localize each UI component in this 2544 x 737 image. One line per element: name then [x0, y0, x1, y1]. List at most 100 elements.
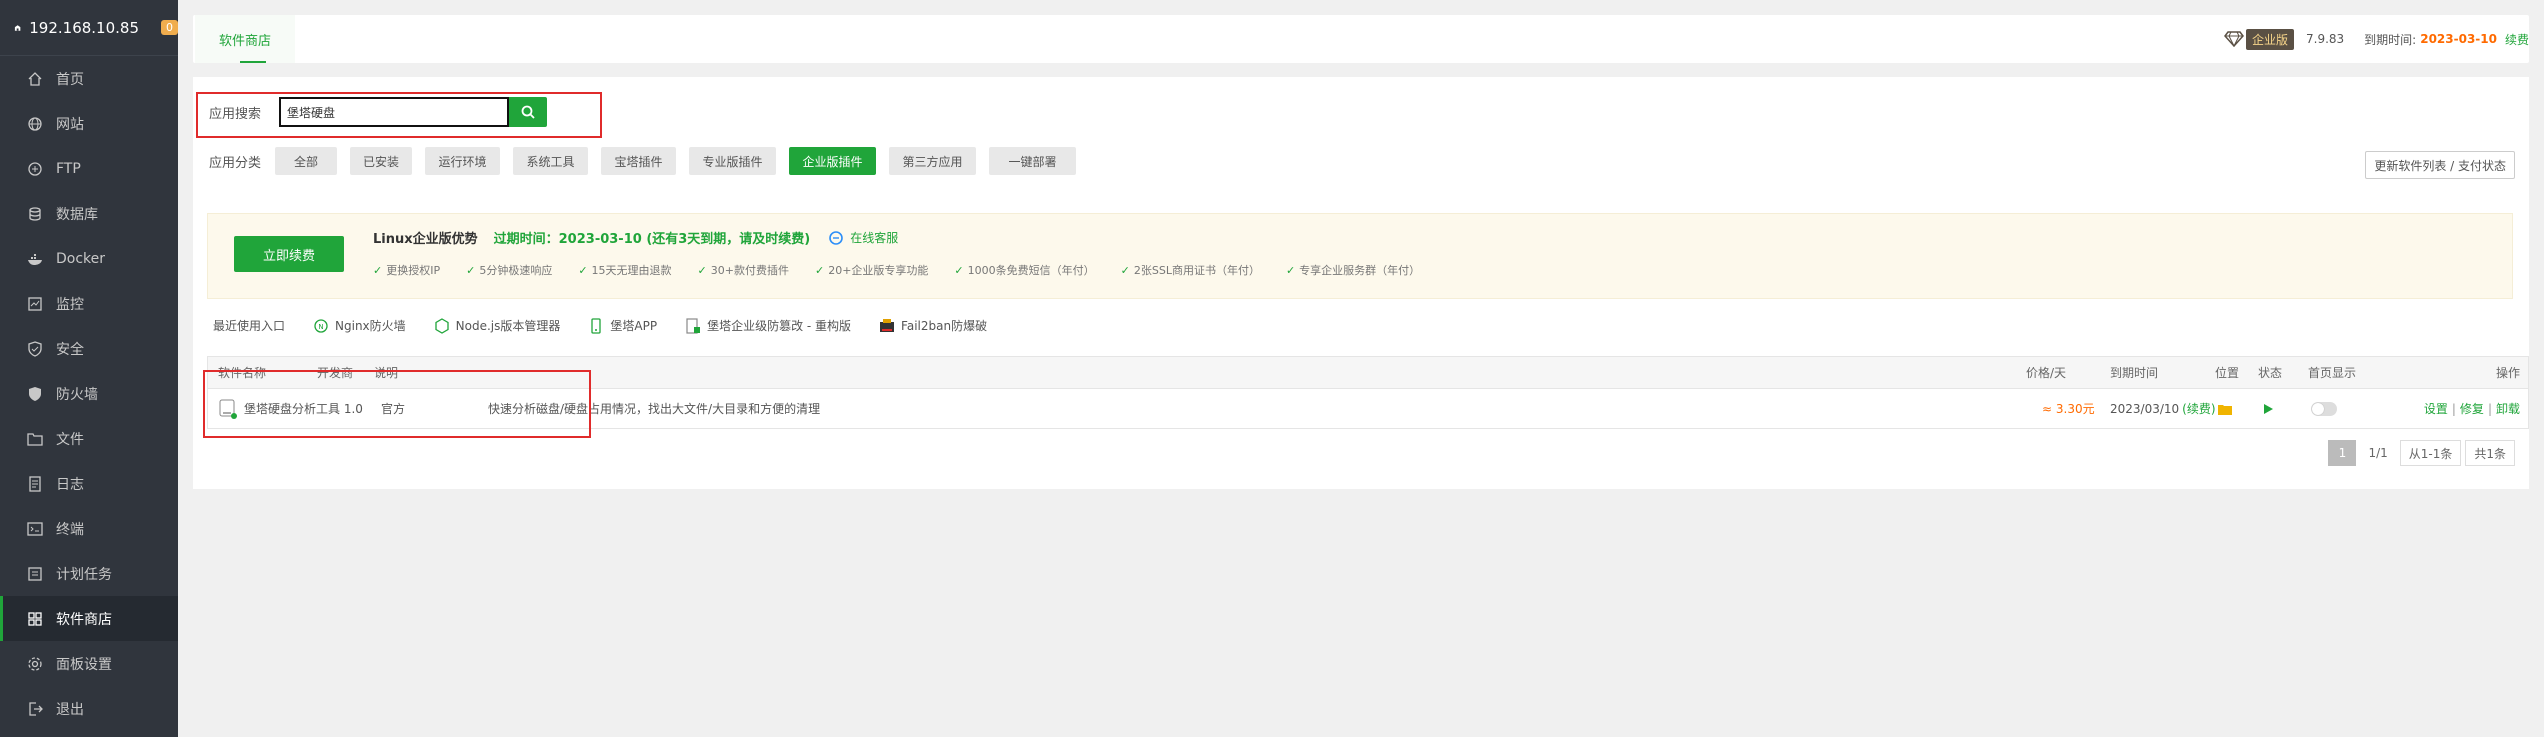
category-tab[interactable]: 已安装: [350, 147, 413, 175]
log-icon: [26, 475, 44, 493]
sidebar-item-label: 软件商店: [56, 611, 112, 628]
recent-item[interactable]: 堡塔APP: [588, 317, 657, 334]
gear-icon: [26, 655, 44, 673]
homepage-toggle[interactable]: [2311, 389, 2337, 428]
update-list-button[interactable]: 更新软件列表 / 支付状态: [2365, 151, 2515, 179]
plugin-renew-link[interactable]: (续费): [2182, 400, 2215, 417]
sidebar-item-label: 计划任务: [56, 566, 112, 583]
category-tab[interactable]: 系统工具: [513, 147, 589, 175]
sidebar-item-label: 网站: [56, 116, 84, 133]
buy-renew-button[interactable]: 立即续费: [234, 236, 344, 272]
sidebar-item-firewall[interactable]: 防火墙: [0, 371, 178, 416]
sidebar-item-label: Docker: [56, 250, 106, 267]
recent-item[interactable]: N Nginx防火墙: [313, 317, 406, 334]
promo-banner: 立即续费 Linux企业版优势 过期时间：2023-03-10 (还有3天到期，…: [207, 213, 2513, 299]
sidebar-item-logout[interactable]: 退出: [0, 686, 178, 731]
sidebar-item-label: 首页: [56, 71, 84, 88]
category-row: 应用分类 全部 已安装 运行环境 系统工具 宝塔插件 专业版插件 企业版插件 第三方应用 一键部…: [209, 147, 1089, 175]
app-icon: [588, 317, 604, 334]
sidebar-item-terminal[interactable]: 终端: [0, 506, 178, 551]
category-tab[interactable]: 运行环境: [425, 147, 501, 175]
sidebar-item-label: 终端: [56, 521, 84, 538]
col-expire: 到期时间: [2110, 366, 2159, 380]
renew-link[interactable]: 续费: [2505, 31, 2529, 48]
category-tab[interactable]: 专业版插件: [689, 147, 777, 175]
grid-icon: [26, 610, 44, 628]
recent-item[interactable]: 堡塔企业级防篡改 - 重构版: [685, 317, 851, 334]
ftp-icon: [26, 160, 44, 178]
recent-item-label: Node.js版本管理器: [455, 319, 561, 333]
repair-link[interactable]: 修复: [2460, 400, 2484, 417]
sidebar-menu: 首页网站 FTP 数据库 Docker 监控安全 防火墙 文件日志终端计划任务软件商店面板设…: [0, 56, 178, 731]
promo-feature: 15天无理由退款: [578, 262, 672, 278]
promo-feature: 20+企业版专享功能: [815, 262, 928, 278]
notification-badge[interactable]: 0: [161, 20, 178, 35]
recent-item[interactable]: Node.js版本管理器: [434, 317, 561, 334]
nodejs-icon: [434, 317, 450, 334]
sidebar-item-label: 日志: [56, 476, 84, 493]
sidebar-header: 192.168.10.85 0: [0, 0, 178, 56]
page-current[interactable]: 1: [2328, 440, 2357, 466]
sidebar-item-ftp[interactable]: FTP: [0, 146, 178, 191]
promo-feature: 更换授权IP: [373, 262, 440, 278]
database-icon: [26, 205, 44, 223]
plugin-expire: 2023/03/10 (续费): [2110, 389, 2216, 428]
sidebar-item-database[interactable]: 数据库: [0, 191, 178, 236]
col-price: 价格/天: [2026, 366, 2067, 380]
fail2ban-icon: [879, 318, 895, 334]
promo-feature: 5分钟极速响应: [466, 262, 552, 278]
edition-badge[interactable]: 企业版: [2224, 28, 2294, 50]
version: 7.9.83: [2306, 32, 2345, 46]
sidebar-item-monitor[interactable]: 监控: [0, 281, 178, 326]
sidebar-item-folder[interactable]: 文件: [0, 416, 178, 461]
category-list: 全部 已安装 运行环境 系统工具 宝塔插件 专业版插件 企业版插件 第三方应用 一键部署: [275, 147, 1089, 175]
waf-icon: N: [313, 318, 329, 334]
promo-feature: 2张SSL商用证书（年付）: [1121, 262, 1260, 278]
category-tab[interactable]: 企业版插件: [789, 147, 877, 175]
chat-icon: [829, 230, 844, 245]
recent-entries: 最近使用入口 N Nginx防火墙 Node.js版本管理器 堡塔APP 堡塔企业级防篡…: [213, 317, 987, 334]
category-tab[interactable]: 第三方应用: [889, 147, 977, 175]
tab-software-store[interactable]: 软件商店: [195, 15, 296, 63]
col-location: 位置: [2215, 366, 2240, 380]
col-status: 状态: [2258, 366, 2283, 380]
recent-item-label: 堡塔APP: [610, 319, 658, 333]
sidebar-item-docker[interactable]: Docker: [0, 236, 178, 281]
promo-title: Linux企业版优势: [373, 232, 478, 247]
page-count: 1/1: [2368, 446, 2388, 460]
sidebar-item-shield[interactable]: 安全: [0, 326, 178, 371]
sidebar-item-label: 退出: [56, 701, 84, 718]
col-homepage: 首页显示: [2308, 366, 2357, 380]
edition-label: 企业版: [2245, 28, 2294, 50]
recent-item-label: Nginx防火墙: [335, 319, 406, 333]
server-host: 192.168.10.85: [29, 18, 139, 37]
uninstall-link[interactable]: 卸载: [2496, 400, 2520, 417]
plugin-actions: 设置 | 修复 | 卸载: [2423, 400, 2520, 417]
folder-icon[interactable]: [2218, 389, 2232, 428]
recent-item[interactable]: Fail2ban防爆破: [879, 317, 987, 334]
settings-link[interactable]: 设置: [2424, 400, 2448, 417]
online-service-label: 在线客服: [850, 231, 899, 245]
svg-text:N: N: [318, 323, 323, 331]
play-icon[interactable]: [2263, 389, 2273, 428]
category-tab[interactable]: 全部: [275, 147, 338, 175]
result-highlight-box: [203, 370, 591, 438]
sidebar-item-home[interactable]: 首页: [0, 56, 178, 101]
firewall-icon: [26, 385, 44, 403]
sidebar-item-label: 监控: [56, 296, 84, 313]
sidebar-item-gear[interactable]: 面板设置: [0, 641, 178, 686]
online-service-link[interactable]: 在线客服: [828, 229, 898, 246]
pagination: 1 1/1 从1-1条 共1条: [2324, 440, 2515, 466]
sidebar-item-clock[interactable]: 计划任务: [0, 551, 178, 596]
sidebar-item-log[interactable]: 日志: [0, 461, 178, 506]
plugin-expire-date: 2023/03/10: [2110, 401, 2180, 416]
license-info: 企业版 7.9.83 到期时间: 2023-03-10 续费: [2224, 15, 2529, 63]
plugin-price: ≈ 3.30元: [2042, 402, 2095, 416]
logout-icon: [26, 700, 44, 718]
sidebar-item-grid[interactable]: 软件商店: [0, 596, 178, 641]
category-tab[interactable]: 一键部署: [989, 147, 1077, 175]
sidebar-item-globe[interactable]: 网站: [0, 101, 178, 146]
folder-icon: [26, 430, 44, 448]
promo-feature: 1000条免费短信（年付）: [954, 262, 1095, 278]
category-tab[interactable]: 宝塔插件: [601, 147, 677, 175]
